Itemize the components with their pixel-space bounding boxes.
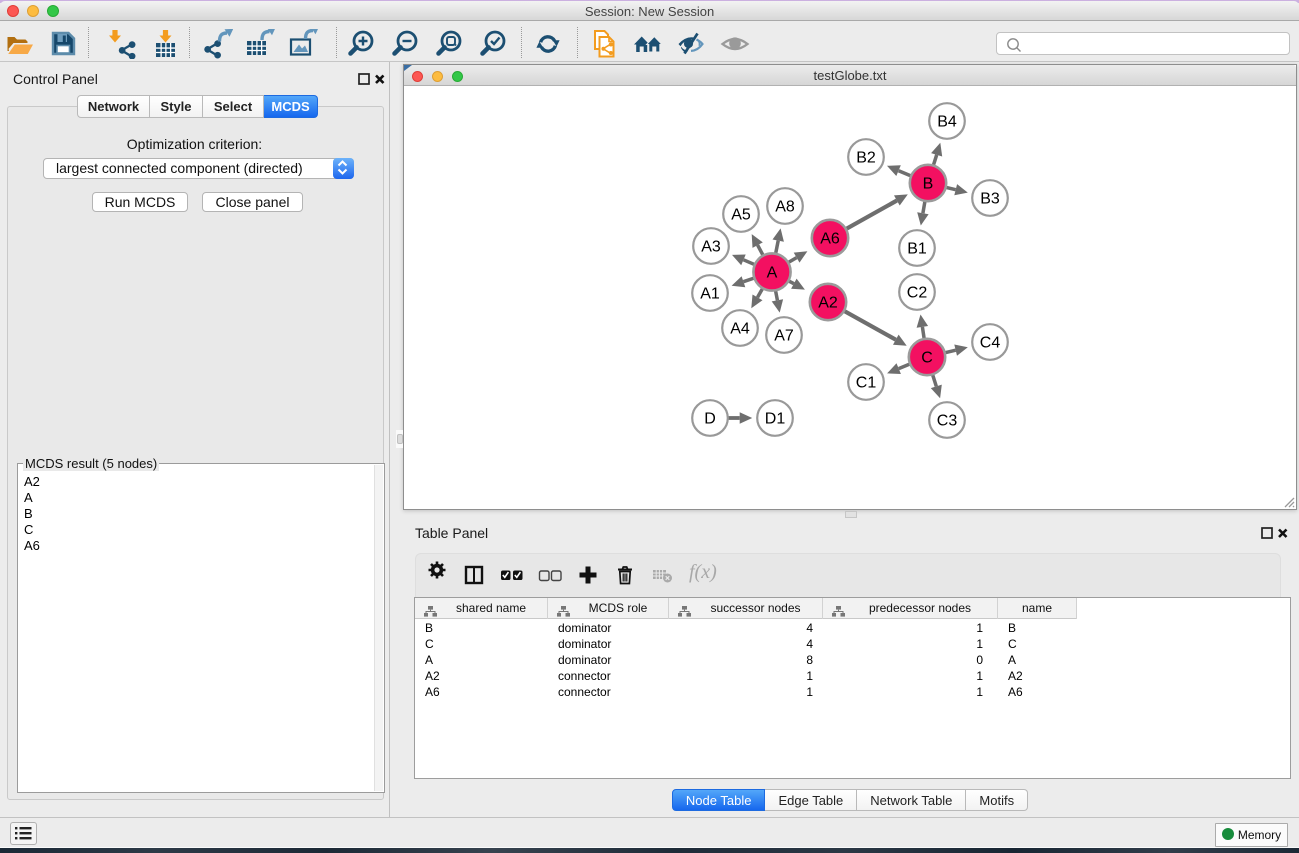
svg-text:A4: A4	[730, 321, 750, 338]
svg-text:A3: A3	[701, 239, 721, 256]
svg-text:B1: B1	[907, 241, 927, 258]
svg-text:A8: A8	[775, 199, 795, 216]
svg-text:A5: A5	[731, 207, 751, 224]
svg-text:C3: C3	[937, 413, 958, 430]
svg-text:B: B	[923, 176, 934, 193]
svg-text:C1: C1	[856, 375, 877, 392]
svg-text:D1: D1	[765, 411, 786, 428]
svg-text:C4: C4	[980, 335, 1001, 352]
svg-text:D: D	[704, 411, 716, 428]
svg-text:B4: B4	[937, 114, 957, 131]
svg-text:C: C	[921, 350, 933, 367]
svg-text:C2: C2	[907, 285, 928, 302]
svg-text:A1: A1	[700, 286, 720, 303]
svg-text:A6: A6	[820, 231, 840, 248]
svg-text:A: A	[767, 265, 778, 282]
svg-text:B3: B3	[980, 191, 1000, 208]
svg-text:A2: A2	[818, 295, 838, 312]
svg-text:A7: A7	[774, 328, 794, 345]
svg-text:B2: B2	[856, 150, 876, 167]
